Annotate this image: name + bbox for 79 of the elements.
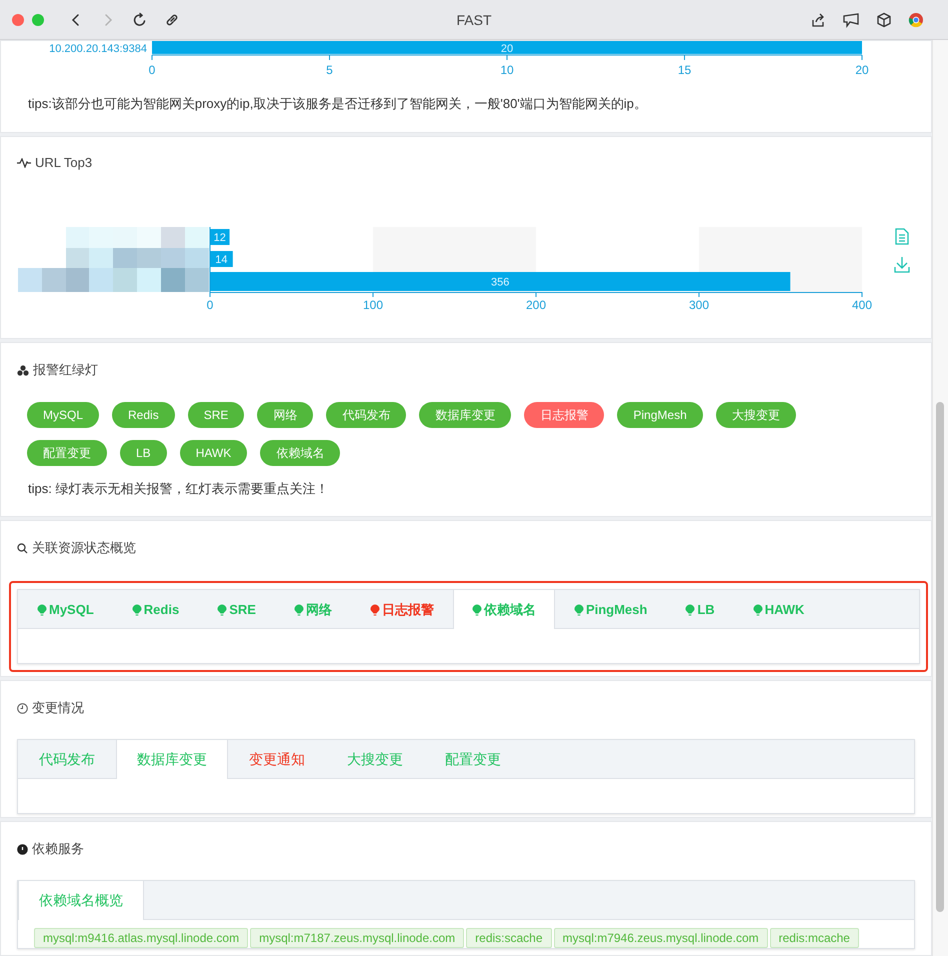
- browser-logo-icon[interactable]: [908, 12, 924, 28]
- pulse-icon: [17, 158, 31, 168]
- search-icon: [17, 542, 28, 554]
- marker-pin-icon: [472, 604, 482, 616]
- bar-value-label: 20: [500, 43, 514, 55]
- marker-pin-icon: [132, 604, 142, 616]
- section-title: 依赖服务: [32, 840, 84, 858]
- tips-text: tips:该部分也可能为智能网关proxy的ip,取决于该服务是否迁移到了智能网关，一般'80'端口为智能网关的ip。: [27, 95, 648, 113]
- bar: [210, 251, 233, 267]
- status-light-badge: PingMesh: [617, 402, 703, 428]
- axis-tick-label: 0: [206, 298, 214, 312]
- axis-tick-label: 100: [362, 298, 384, 312]
- section-title: URL Top3: [35, 155, 92, 170]
- tab[interactable]: 变更通知: [228, 740, 326, 779]
- marker-pin-icon: [752, 604, 763, 616]
- axis-label: 10.200.20.143:9384: [49, 43, 147, 55]
- domain-tag: redis:scache: [466, 928, 552, 948]
- status-light-badge: SRE: [188, 402, 244, 428]
- status-light-badge: 日志报警: [524, 402, 604, 428]
- tips-text: tips: 绿灯表示无相关报警，红灯表示需要重点关注！: [27, 480, 330, 498]
- clock-icon: [17, 702, 28, 714]
- marker-pin-icon: [37, 604, 47, 616]
- section-title: 变更情况: [32, 699, 84, 717]
- marker-pin-icon: [294, 604, 304, 616]
- status-light-badge: 依赖域名: [260, 440, 340, 466]
- bar-value-label: 14: [215, 254, 228, 266]
- axis-tick-label: 200: [526, 298, 546, 312]
- tab[interactable]: 网络: [274, 590, 351, 629]
- marker-pin-icon: [370, 604, 380, 616]
- axis-tick-label: 300: [688, 298, 710, 312]
- status-light-badge: 代码发布: [326, 402, 406, 428]
- tab[interactable]: 配置变更: [424, 740, 522, 779]
- tab[interactable]: Redis: [112, 590, 198, 629]
- section-title: 关联资源状态概览: [32, 539, 136, 557]
- section-title: 报警红绿灯: [33, 361, 98, 379]
- status-light-badge: 大搜变更: [716, 402, 796, 428]
- domain-tag: mysql:m7187.zeus.mysql.linode.com: [250, 928, 464, 948]
- bar-value-label: 356: [490, 276, 510, 288]
- axis-tick-label: 10: [500, 63, 514, 77]
- info-circle-icon: [17, 844, 28, 854]
- tab[interactable]: 依赖域名: [452, 590, 555, 629]
- tab[interactable]: MySQL: [18, 590, 113, 629]
- axis-tick-label: 0: [148, 63, 156, 77]
- status-light-badge: MySQL: [27, 402, 100, 428]
- link-icon[interactable]: [164, 12, 180, 28]
- domain-tag: mysql:m7946.zeus.mysql.linode.com: [554, 928, 768, 948]
- domain-tag: redis:mcache: [770, 928, 859, 948]
- share-icon[interactable]: [810, 12, 826, 28]
- flag-icon[interactable]: [842, 12, 860, 28]
- marker-pin-icon: [217, 604, 228, 616]
- tab[interactable]: SRE: [198, 590, 275, 629]
- tab[interactable]: 日志报警: [350, 590, 453, 629]
- tab[interactable]: 代码发布: [18, 740, 116, 779]
- scrollbar[interactable]: [932, 40, 948, 956]
- status-light-badge: HAWK: [180, 440, 248, 466]
- tab[interactable]: 数据库变更: [116, 740, 228, 779]
- reload-icon[interactable]: [132, 12, 148, 28]
- axis-tick-label: 15: [678, 63, 692, 77]
- cube-icon[interactable]: [876, 12, 892, 28]
- status-light-badge: Redis: [112, 402, 175, 428]
- axis-tick-label: 5: [326, 63, 333, 77]
- status-light-badge: 网络: [257, 402, 314, 428]
- axis-tick-label: 20: [855, 63, 869, 77]
- window-title: FAST: [456, 12, 492, 28]
- marker-pin-icon: [574, 604, 584, 616]
- status-light-badge: 配置变更: [27, 440, 107, 466]
- tab[interactable]: PingMesh: [554, 590, 666, 629]
- bar: [210, 229, 230, 245]
- tab[interactable]: LB: [666, 590, 734, 629]
- marker-pin-icon: [685, 604, 696, 616]
- axis-tick-label: 400: [852, 298, 872, 312]
- domain-tag: mysql:m9416.atlas.mysql.linode.com: [34, 928, 248, 948]
- status-light-badge: 数据库变更: [419, 402, 512, 428]
- tab[interactable]: 大搜变更: [326, 740, 424, 779]
- tab[interactable]: 依赖域名概览: [18, 881, 144, 920]
- status-light-badge: LB: [120, 440, 167, 466]
- bar-value-label: 12: [214, 232, 226, 244]
- tab[interactable]: HAWK: [734, 590, 824, 629]
- cluster-icon: [17, 364, 29, 376]
